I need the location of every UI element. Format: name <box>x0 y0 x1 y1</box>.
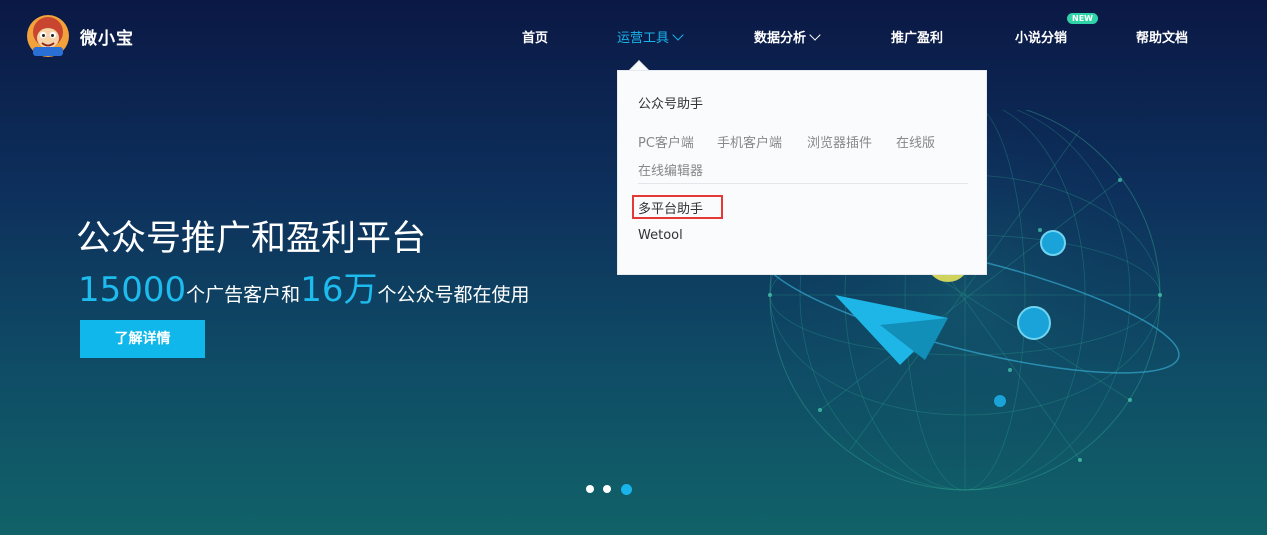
chevron-down-icon <box>809 29 821 41</box>
hero-subtitle-text-1: 个广告客户和 <box>186 284 301 306</box>
new-badge: NEW <box>1067 13 1098 24</box>
top-navbar: 微小宝 首页 运营工具 数据分析 推广盈利 小说分销 NEW 帮助文档 <box>0 0 1267 72</box>
nav-help-docs-label: 帮助文档 <box>1136 31 1189 46</box>
dropdown-link-pc-client[interactable]: PC客户端 <box>638 132 694 151</box>
hero-title: 公众号推广和盈利平台 <box>76 219 427 259</box>
dropdown-link-browser-plugin[interactable]: 浏览器插件 <box>807 132 872 151</box>
dropdown-item-multi-platform-assistant[interactable]: 多平台助手 <box>638 198 703 217</box>
carousel-dot-2[interactable] <box>603 485 611 493</box>
hero-account-count: 16万 <box>300 270 378 310</box>
nav-help-docs[interactable]: 帮助文档 <box>1136 27 1188 46</box>
nav-data-analysis-label: 数据分析 <box>754 31 807 46</box>
nav-home-label: 首页 <box>522 31 549 46</box>
monkey-logo-icon[interactable] <box>26 14 70 58</box>
nav-data-analysis[interactable]: 数据分析 <box>754 27 821 46</box>
dropdown-item-wetool[interactable]: Wetool <box>638 228 683 243</box>
nav-novel-distribution-label: 小说分销 <box>1015 31 1068 46</box>
dropdown-link-online-editor[interactable]: 在线编辑器 <box>638 160 703 179</box>
landing-page: 微小宝 首页 运营工具 数据分析 推广盈利 小说分销 NEW 帮助文档 公众号推… <box>0 0 1267 535</box>
operation-tools-dropdown: 公众号助手 PC客户端 手机客户端 浏览器插件 在线版 在线编辑器 多平台助手 … <box>617 70 987 275</box>
dropdown-group-official-account-assistant[interactable]: 公众号助手 <box>638 93 703 112</box>
dropdown-divider <box>638 183 968 184</box>
nav-operation-tools-label: 运营工具 <box>617 31 670 46</box>
dropdown-link-mobile-client[interactable]: 手机客户端 <box>717 132 782 151</box>
nav-promotion[interactable]: 推广盈利 <box>891 27 943 46</box>
dropdown-link-online-version[interactable]: 在线版 <box>896 132 935 151</box>
nav-novel-distribution[interactable]: 小说分销 <box>1015 27 1067 46</box>
nav-home[interactable]: 首页 <box>522 27 548 46</box>
nav-promotion-label: 推广盈利 <box>891 31 944 46</box>
nav-operation-tools[interactable]: 运营工具 <box>617 27 684 46</box>
learn-more-button[interactable]: 了解详情 <box>80 320 205 358</box>
hero-subtitle-text-2: 个公众号都在使用 <box>377 284 530 306</box>
hero-subtitle: 15000个广告客户和16万个公众号都在使用 <box>78 262 529 311</box>
hero-advertiser-count: 15000 <box>78 270 187 310</box>
carousel-dot-1[interactable] <box>586 485 594 493</box>
carousel-dot-3-active[interactable] <box>621 484 632 495</box>
chevron-down-icon <box>672 29 684 41</box>
brand-name[interactable]: 微小宝 <box>80 24 134 49</box>
